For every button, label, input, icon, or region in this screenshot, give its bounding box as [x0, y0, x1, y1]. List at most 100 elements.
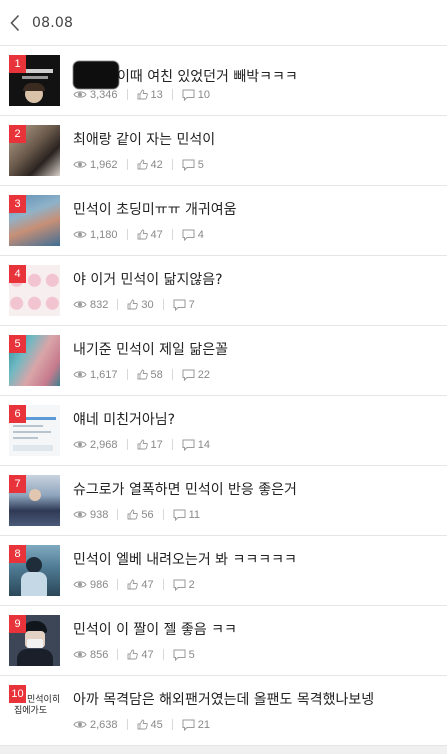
comment-icon: [182, 89, 195, 101]
eye-icon: [73, 371, 87, 378]
list-item[interactable]: 7 슈그로가 열폭하면 민석이 반응 좋은거 938 56 11: [0, 466, 447, 536]
post-title: 민석이 엘베 내려오는거 봐 ㅋㅋㅋㅋㅋ: [73, 551, 297, 568]
view-count: 986: [90, 578, 109, 591]
post-title: 얘네 미친거아님?: [73, 411, 176, 428]
like-count: 42: [150, 158, 163, 171]
rank-badge: 4: [9, 265, 26, 283]
eye-icon: [73, 441, 87, 448]
rank-badge: 9: [9, 615, 26, 633]
view-count: 1,962: [90, 158, 118, 171]
eye-icon: [73, 301, 87, 308]
thumbs-up-icon: [127, 509, 139, 520]
redacted-block: [73, 60, 119, 89]
view-count: 2,968: [90, 438, 118, 451]
eye-icon: [73, 161, 87, 168]
thumbs-up-icon: [127, 649, 139, 660]
thumbnail: 2: [9, 125, 60, 176]
comment-count: 11: [188, 508, 201, 521]
top-bar: 08.08: [0, 0, 447, 46]
like-count: 47: [141, 578, 154, 591]
view-count: 1,180: [90, 228, 118, 241]
list-item[interactable]: 5 내기준 민석이 제일 닮은꼴 1,617 58 22: [0, 326, 447, 396]
thumbnail: 민석이히 집에가도 10: [9, 685, 60, 736]
thumbs-up-icon: [137, 719, 148, 730]
list-item[interactable]: 3 민석이 초딩미ㅠㅠ 개귀여움 1,180 47 4: [0, 186, 447, 256]
list-item[interactable]: 8 민석이 엘베 내려오는거 봐 ㅋㅋㅋㅋㅋ 986 47 2: [0, 536, 447, 606]
thumbs-up-icon: [137, 89, 148, 100]
list-item[interactable]: 6 얘네 미친거아님? 2,968 17 14: [0, 396, 447, 466]
comment-icon: [182, 229, 195, 241]
thumbs-up-icon: [137, 439, 148, 450]
thumbs-up-icon: [137, 159, 148, 170]
like-count: 58: [150, 368, 163, 381]
comment-icon: [173, 509, 186, 521]
list-item[interactable]: 1 이때 여친 있었던거 빼박ㅋㅋㅋ 3,346 13 10: [0, 46, 447, 116]
comment-count: 14: [197, 438, 211, 451]
thumbs-up-icon: [127, 579, 139, 590]
thumbnail: 6: [9, 405, 60, 456]
view-count: 938: [90, 508, 109, 521]
rank-badge: 5: [9, 335, 26, 353]
thumbs-up-icon: [127, 299, 139, 310]
comment-count: 10: [197, 88, 211, 101]
like-count: 45: [150, 718, 163, 731]
thumbnail: 4: [9, 265, 60, 316]
chevron-left-icon[interactable]: [10, 13, 26, 33]
rank-badge: 10: [9, 685, 26, 703]
list-item[interactable]: 2 최애랑 같이 자는 민석이 1,962 42 5: [0, 116, 447, 186]
eye-icon: [73, 231, 87, 238]
comment-icon: [182, 159, 195, 171]
comment-icon: [173, 649, 186, 661]
post-title: 민석이 이 짤이 젤 좋음 ㅋㅋ: [73, 621, 237, 638]
rank-badge: 7: [9, 475, 26, 493]
post-title: 이때 여친 있었던거 빼박ㅋㅋㅋ: [73, 60, 298, 89]
post-title: 최애랑 같이 자는 민석이: [73, 131, 216, 148]
rank-badge: 6: [9, 405, 26, 423]
view-count: 1,617: [90, 368, 118, 381]
eye-icon: [73, 511, 87, 518]
thumbnail: 8: [9, 545, 60, 596]
thumbnail: 5: [9, 335, 60, 386]
comment-count: 4: [197, 228, 204, 241]
comment-count: 21: [197, 718, 211, 731]
eye-icon: [73, 721, 87, 728]
rank-badge: 3: [9, 195, 26, 213]
thumbs-up-icon: [137, 369, 148, 380]
post-title: 내기준 민석이 제일 닮은꼴: [73, 341, 229, 358]
eye-icon: [73, 651, 87, 658]
like-count: 17: [150, 438, 163, 451]
comment-count: 2: [188, 578, 195, 591]
eye-icon: [73, 91, 87, 98]
comment-count: 22: [197, 368, 211, 381]
like-count: 13: [150, 88, 163, 101]
view-count: 3,346: [90, 88, 118, 101]
list-item[interactable]: 민석이히 집에가도 10 아까 목격담은 해외팬거였는데 올팬도 목격했나보넹 …: [0, 676, 447, 746]
comment-icon: [182, 719, 195, 731]
bottom-divider: [0, 746, 447, 754]
post-title: 야 이거 민석이 닮지않음?: [73, 271, 223, 288]
thumbnail: 3: [9, 195, 60, 246]
like-count: 47: [150, 228, 163, 241]
view-count: 832: [90, 298, 109, 311]
list-item[interactable]: 4 야 이거 민석이 닮지않음? 832 30 7: [0, 256, 447, 326]
rank-badge: 1: [9, 55, 26, 73]
thumbs-up-icon: [137, 229, 148, 240]
thumbnail: 9: [9, 615, 60, 666]
comment-icon: [173, 299, 186, 311]
thumbnail: 7: [9, 475, 60, 526]
comment-count: 5: [188, 648, 195, 661]
rank-badge: 8: [9, 545, 26, 563]
list-item[interactable]: 9 민석이 이 짤이 젤 좋음 ㅋㅋ 856 47 5: [0, 606, 447, 676]
post-list: 1 이때 여친 있었던거 빼박ㅋㅋㅋ 3,346 13 10 2 최애랑 같이 …: [0, 46, 447, 746]
comment-icon: [182, 439, 195, 451]
post-title: 아까 목격담은 해외팬거였는데 올팬도 목격했나보넹: [73, 691, 375, 708]
comment-count: 5: [197, 158, 204, 171]
post-title: 민석이 초딩미ㅠㅠ 개귀여움: [73, 201, 237, 218]
post-title: 슈그로가 열폭하면 민석이 반응 좋은거: [73, 481, 297, 498]
like-count: 30: [141, 298, 154, 311]
rank-badge: 2: [9, 125, 26, 143]
view-count: 856: [90, 648, 109, 661]
view-count: 2,638: [90, 718, 118, 731]
page-title: 08.08: [32, 14, 74, 31]
like-count: 56: [141, 508, 154, 521]
